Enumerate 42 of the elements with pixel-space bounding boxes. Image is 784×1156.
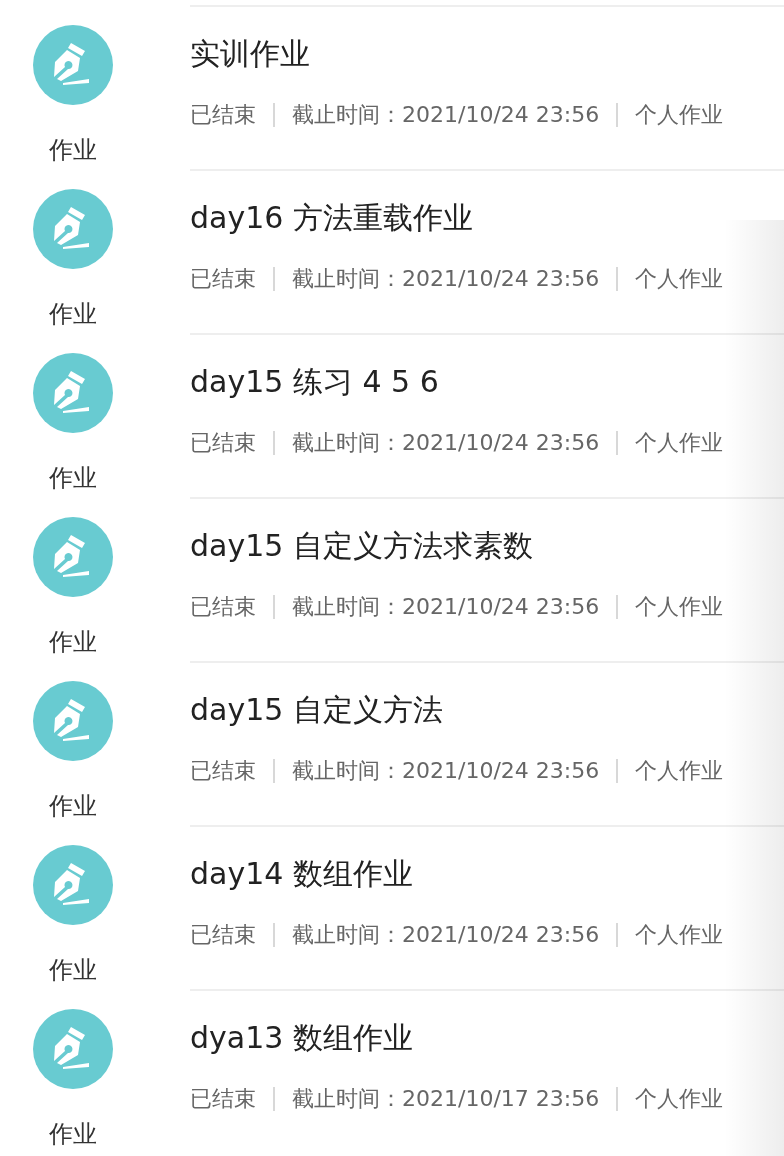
deadline-text: 截止时间：2021/10/24 23:56 <box>292 429 600 457</box>
pen-nib-icon <box>32 25 113 105</box>
assignment-type: 个人作业 <box>635 429 724 457</box>
status-text: 已结束 <box>190 757 256 785</box>
category-label: 作业 <box>48 299 97 329</box>
status-text: 已结束 <box>190 593 256 621</box>
status-text: 已结束 <box>190 429 256 457</box>
assignment-type: 个人作业 <box>635 921 724 949</box>
category-label: 作业 <box>48 463 97 493</box>
pen-nib-icon <box>32 845 113 925</box>
status-text: 已结束 <box>190 265 256 293</box>
pen-nib-icon <box>32 517 113 597</box>
assignment-type: 个人作业 <box>635 593 724 621</box>
category-label: 作业 <box>48 791 97 821</box>
assignment-title[interactable]: day15 自定义方法 <box>190 690 443 730</box>
category-label: 作业 <box>48 955 97 985</box>
assignment-type: 个人作业 <box>635 757 724 785</box>
assignment-title[interactable]: day15 练习 4 5 6 <box>190 362 439 402</box>
pen-nib-icon <box>32 1009 113 1089</box>
assignment-type: 个人作业 <box>635 1085 724 1113</box>
pen-nib-icon <box>32 681 113 761</box>
category-label: 作业 <box>48 627 97 657</box>
status-text: 已结束 <box>190 1085 256 1113</box>
pen-nib-icon <box>32 189 113 269</box>
deadline-text: 截止时间：2021/10/24 23:56 <box>292 757 600 785</box>
category-label: 作业 <box>48 1119 97 1149</box>
deadline-text: 截止时间：2021/10/17 23:56 <box>292 1085 600 1113</box>
deadline-text: 截止时间：2021/10/24 23:56 <box>292 593 600 621</box>
assignment-title[interactable]: day14 数组作业 <box>190 854 413 894</box>
pen-nib-icon <box>32 353 113 433</box>
assignment-title[interactable]: dya13 数组作业 <box>190 1018 413 1058</box>
assignment-title[interactable]: day16 方法重载作业 <box>190 198 473 238</box>
assignment-type: 个人作业 <box>635 265 724 293</box>
category-label: 作业 <box>48 135 97 165</box>
deadline-text: 截止时间：2021/10/24 23:56 <box>292 265 600 293</box>
assignment-title[interactable]: 实训作业 <box>190 34 310 74</box>
assignment-type: 个人作业 <box>635 101 724 129</box>
assignment-title[interactable]: day15 自定义方法求素数 <box>190 526 533 566</box>
status-text: 已结束 <box>190 921 256 949</box>
deadline-text: 截止时间：2021/10/24 23:56 <box>292 921 600 949</box>
deadline-text: 截止时间：2021/10/24 23:56 <box>292 101 600 129</box>
status-text: 已结束 <box>190 101 256 129</box>
